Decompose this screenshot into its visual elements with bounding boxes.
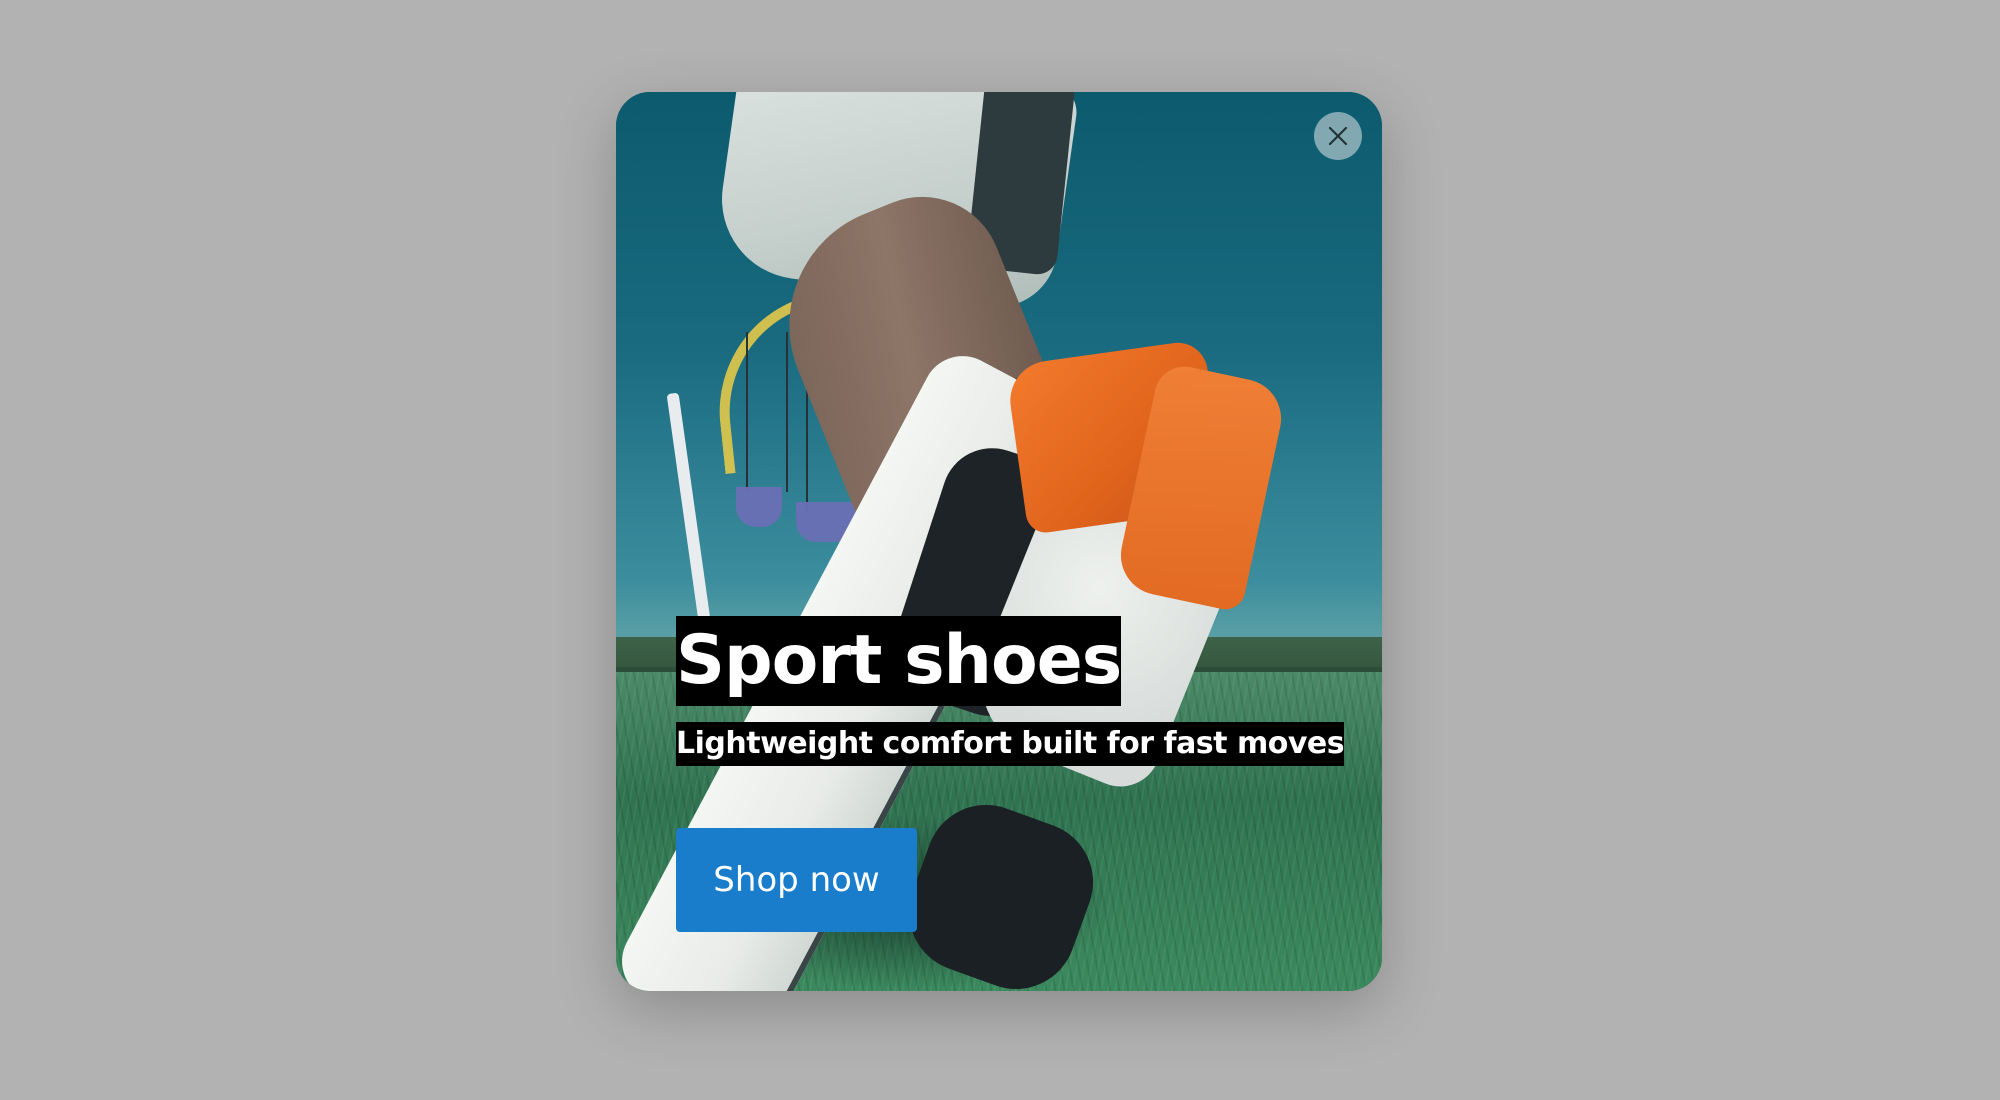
popup-subtitle: Lightweight comfort built for fast moves [676, 722, 1345, 766]
promo-popup: Sport shoes Lightweight comfort built fo… [616, 92, 1382, 991]
close-icon [1328, 126, 1348, 146]
close-button[interactable] [1314, 112, 1362, 160]
shop-now-button[interactable]: Shop now [676, 828, 917, 932]
popup-title: Sport shoes [676, 616, 1122, 706]
popup-text: Sport shoes Lightweight comfort built fo… [676, 616, 1345, 766]
